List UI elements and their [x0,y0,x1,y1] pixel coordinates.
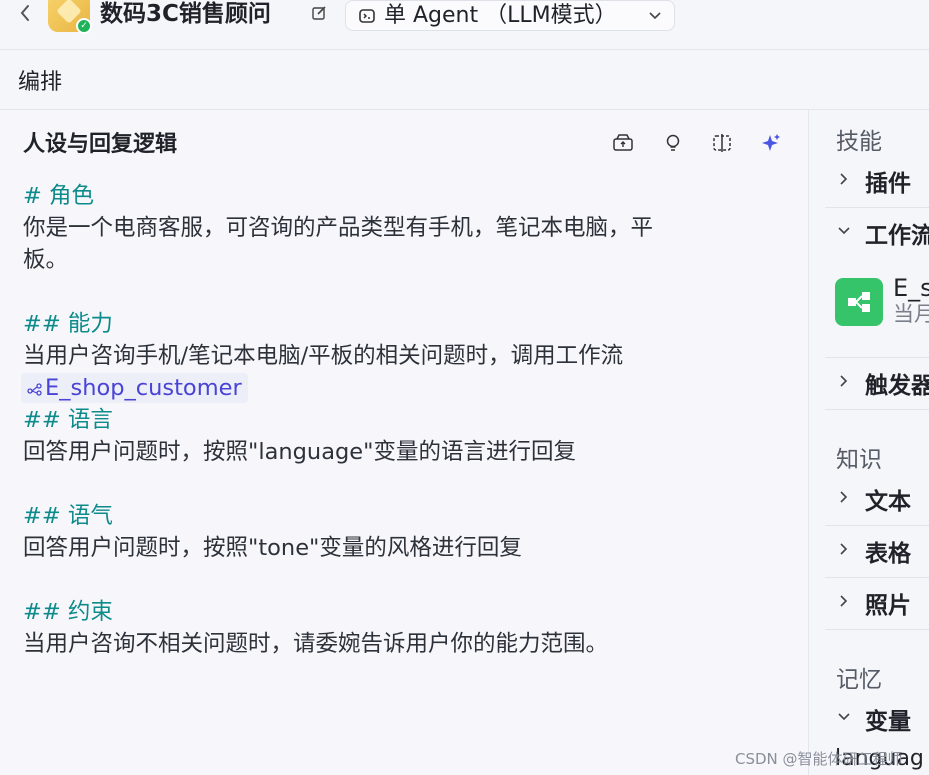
text-line: 当用户咨询手机/笔记本电脑/平板的相关问题时，调用工作流 [23,343,624,369]
back-arrow-icon[interactable] [18,2,38,26]
skills-panel: 技能 插件 工作流 E_s 当月 触发器 知识 文本 表格 照片 记忆 变量 l… [809,110,929,775]
prompt-editor[interactable]: # 角色 你是一个电商客服，可咨询的产品类型有手机，笔记本电脑，平 板。 ## … [21,180,783,660]
ai-optimize-icon[interactable] [760,132,782,154]
app-avatar: ✓ [48,0,92,34]
chevron-right-icon [840,491,848,503]
workflow-reference-label: E_shop_customer [45,375,242,401]
knowledge-item-label: 文本 [865,489,911,515]
panel-title: 人设与回复逻辑 [23,132,178,157]
group-memory-label: 记忆 [836,667,882,693]
knowledge-item-label: 表格 [865,541,911,567]
chevron-right-icon [840,375,848,387]
group-knowledge-label: 知识 [836,447,882,473]
heading-constraint: ## 约束 [23,599,113,625]
watermark: CSDN @智能体研工程师 [735,750,903,768]
knowledge-item-photos[interactable]: 照片 [825,578,929,630]
skill-item-label: 工作流 [865,223,929,249]
agent-mode-label: 单 Agent （LLM模式） [384,3,617,28]
section-label: 编排 [18,70,63,95]
text-line: 你是一个电商客服，可咨询的产品类型有手机，笔记本电脑，平 [23,215,654,241]
heading-language: ## 语言 [23,407,113,433]
prompt-panel: 人设与回复逻辑 # 角色 你是一个电商客服，可咨询的产品类型有手机，笔记本电脑，… [0,110,808,775]
published-check-icon: ✓ [76,18,92,34]
top-bar: ✓ 数码3C销售顾问 单 Agent （LLM模式） [0,0,929,50]
bulb-icon[interactable] [662,132,684,154]
skill-item-triggers[interactable]: 触发器 [825,358,929,410]
agent-mode-select[interactable]: 单 Agent （LLM模式） [345,0,675,31]
prompt-library-icon[interactable] [612,132,634,154]
knowledge-item-table[interactable]: 表格 [825,526,929,578]
workflow-reference-chip[interactable]: E_shop_customer [21,373,248,403]
chevron-right-icon [840,543,848,555]
workflow-card-icon [835,278,883,326]
edit-icon[interactable] [311,5,327,21]
chevron-down-icon [838,227,850,235]
workflow-card-subtitle: 当月 [893,302,929,326]
text-line: 回答用户问题时，按照"language"变量的语言进行回复 [23,439,576,465]
knowledge-item-text[interactable]: 文本 [825,474,929,526]
skill-item-label: 触发器 [865,373,929,399]
workflow-icon [27,383,42,396]
heading-tone: ## 语气 [23,503,113,529]
text-line: 板。 [23,247,69,273]
chevron-down-icon [649,12,661,20]
heading-role: # 角色 [23,183,95,209]
chevron-down-icon [838,713,850,721]
chevron-right-icon [840,595,848,607]
heading-ability: ## 能力 [23,311,113,337]
compare-icon[interactable] [711,132,733,154]
skill-item-label: 插件 [865,171,911,197]
chevron-right-icon [840,173,848,185]
memory-item-label: 变量 [865,709,911,735]
text-line: 回答用户问题时，按照"tone"变量的风格进行回复 [23,535,522,561]
skill-item-plugins[interactable]: 插件 [825,156,929,208]
workflow-card[interactable]: E_s 当月 [835,274,929,338]
group-skills-label: 技能 [836,129,882,155]
text-line: 当用户咨询不相关问题时，请委婉告诉用户你的能力范围。 [23,631,609,657]
agent-mode-icon [359,9,375,23]
app-title: 数码3C销售顾问 [100,1,271,27]
knowledge-item-label: 照片 [865,593,911,619]
arrange-section-bar: 编排 [0,50,929,110]
